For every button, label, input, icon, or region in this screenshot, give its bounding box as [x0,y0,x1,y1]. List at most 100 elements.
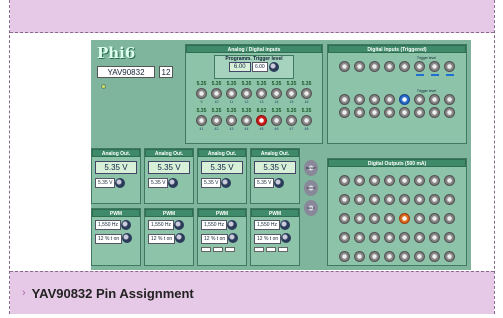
output-pin-icon[interactable] [399,213,410,224]
pwm-duty-knob-icon[interactable] [122,233,133,244]
pwm-freq-knob-icon[interactable] [174,220,185,230]
digital-pin-icon[interactable] [444,94,455,105]
pwm-duty-field[interactable]: 12 % t on [148,233,176,244]
digital-pin-icon[interactable] [339,61,350,72]
side-button[interactable]: RESET [304,160,318,176]
pwm-freq-knob-icon[interactable] [121,220,132,230]
analog-out-setting[interactable]: 5.35 V [95,178,116,189]
input-pin-icon[interactable] [211,115,222,126]
output-pin-icon[interactable] [444,251,455,262]
output-pin-icon[interactable] [429,232,440,243]
pwm-freq-knob-icon[interactable] [280,220,291,230]
digital-pin-icon[interactable] [369,107,380,118]
digital-pin-icon[interactable] [399,107,410,118]
analog-out-knob-icon[interactable] [168,178,179,188]
digital-pin-icon[interactable] [444,61,455,72]
side-button[interactable]: PROG [304,180,318,196]
output-pin-icon[interactable] [369,175,380,186]
output-pin-icon[interactable] [339,194,350,205]
output-pin-icon[interactable] [369,213,380,224]
analog-out-setting[interactable]: 5.35 V [254,178,275,189]
output-pin-icon[interactable] [414,213,425,224]
trigger-value-b[interactable]: 6.00 [251,62,268,73]
input-pin-icon[interactable] [271,115,282,126]
output-pin-icon[interactable] [354,175,365,186]
output-pin-icon[interactable] [399,194,410,205]
trigger-value-a[interactable]: 6.00 [228,62,251,73]
switch-toggle[interactable] [254,246,264,252]
analog-out-setting[interactable]: 5.35 V [148,178,169,189]
output-pin-icon[interactable] [384,194,395,205]
output-pin-icon[interactable] [339,232,350,243]
output-pin-icon[interactable] [369,251,380,262]
output-pin-icon[interactable] [354,213,365,224]
output-pin-icon[interactable] [444,194,455,205]
output-pin-icon[interactable] [354,232,365,243]
output-pin-icon[interactable] [339,175,350,186]
digital-pin-icon[interactable] [399,61,410,72]
digital-pin-icon[interactable] [384,107,395,118]
output-pin-icon[interactable] [369,194,380,205]
pwm-duty-knob-icon[interactable] [281,233,292,244]
input-pin-icon[interactable] [301,88,312,99]
switch-toggle[interactable] [225,246,235,252]
output-pin-icon[interactable] [339,251,350,262]
output-pin-icon[interactable] [429,194,440,205]
serial-field[interactable]: YAV90832 [97,66,155,78]
digital-pin-icon[interactable] [429,61,440,72]
digital-pin-icon[interactable] [414,94,425,105]
output-pin-icon[interactable] [354,194,365,205]
switch-toggle[interactable] [213,246,223,252]
pwm-freq-field[interactable]: 1,550 Hz [95,220,122,231]
analog-out-knob-icon[interactable] [115,178,126,188]
input-pin-icon[interactable] [211,88,222,99]
digital-pin-icon[interactable] [429,107,440,118]
output-pin-icon[interactable] [339,213,350,224]
pwm-duty-knob-icon[interactable] [228,233,239,244]
output-pin-icon[interactable] [444,175,455,186]
pwm-freq-knob-icon[interactable] [227,220,238,230]
output-pin-icon[interactable] [354,251,365,262]
input-pin-icon[interactable] [226,115,237,126]
digital-pin-icon[interactable] [444,107,455,118]
pwm-freq-field[interactable]: 1,550 Hz [254,220,281,231]
output-pin-icon[interactable] [444,232,455,243]
side-button[interactable]: SELF [304,200,318,216]
analog-out-setting[interactable]: 5.35 V [201,178,222,189]
input-pin-icon[interactable] [286,88,297,99]
switch-toggle[interactable] [266,246,276,252]
input-pin-icon[interactable] [256,88,267,99]
pwm-freq-field[interactable]: 1,550 Hz [148,220,175,231]
input-pin-icon[interactable] [226,88,237,99]
analog-out-knob-icon[interactable] [221,178,232,188]
output-pin-icon[interactable] [384,232,395,243]
pwm-duty-field[interactable]: 12 % t on [201,233,229,244]
digital-pin-icon[interactable] [339,107,350,118]
output-pin-icon[interactable] [399,175,410,186]
pwm-freq-field[interactable]: 1,550 Hz [201,220,228,231]
input-pin-icon[interactable] [256,115,267,126]
digital-pin-icon[interactable] [339,94,350,105]
digital-pin-icon[interactable] [384,61,395,72]
input-pin-icon[interactable] [301,115,312,126]
output-pin-icon[interactable] [414,251,425,262]
output-pin-icon[interactable] [384,213,395,224]
switch-toggle[interactable] [278,246,288,252]
digital-pin-icon[interactable] [429,94,440,105]
digital-pin-icon[interactable] [414,107,425,118]
output-pin-icon[interactable] [414,232,425,243]
analog-out-knob-icon[interactable] [274,178,285,188]
trigger-set-knob-icon[interactable] [269,62,280,72]
pwm-duty-knob-icon[interactable] [175,233,186,244]
output-pin-icon[interactable] [399,232,410,243]
output-pin-icon[interactable] [384,175,395,186]
digital-pin-icon[interactable] [354,61,365,72]
switch-toggle[interactable] [201,246,211,252]
output-pin-icon[interactable] [384,251,395,262]
digital-pin-icon[interactable] [384,94,395,105]
digital-pin-icon[interactable] [369,94,380,105]
input-pin-icon[interactable] [196,88,207,99]
digital-pin-icon[interactable] [369,61,380,72]
output-pin-icon[interactable] [429,213,440,224]
digital-pin-icon[interactable] [354,94,365,105]
